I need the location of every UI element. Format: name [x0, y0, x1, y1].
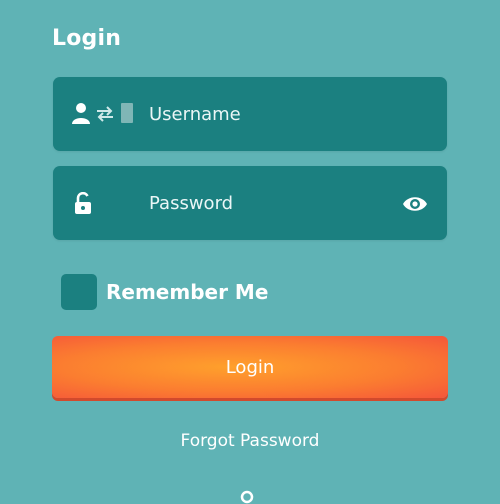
bar-icon: [121, 103, 133, 123]
password-input[interactable]: [149, 166, 379, 240]
password-field[interactable]: [53, 166, 447, 240]
unlock-icon: [75, 192, 91, 214]
person-icon: [72, 103, 90, 124]
remember-me[interactable]: Remember Me: [61, 274, 268, 310]
swap-arrows-icon: [97, 106, 113, 122]
circle-icon: [240, 490, 254, 504]
eye-icon[interactable]: [402, 194, 428, 214]
forgot-password-link[interactable]: Forgot Password: [0, 431, 500, 451]
page-title: Login: [52, 26, 122, 51]
username-field[interactable]: [53, 77, 447, 151]
login-button[interactable]: Login: [52, 336, 448, 398]
remember-me-label: Remember Me: [106, 280, 269, 304]
username-input[interactable]: [149, 77, 379, 151]
remember-me-checkbox[interactable]: [61, 274, 97, 310]
